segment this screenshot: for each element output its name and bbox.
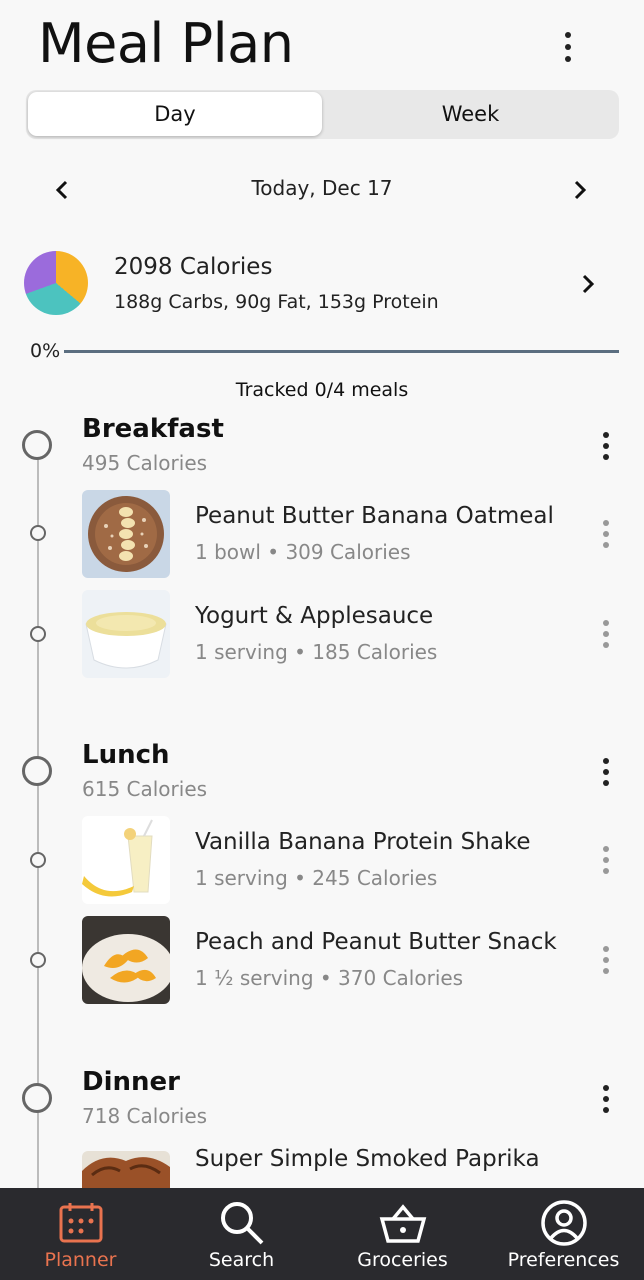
food-name[interactable]: Peach and Peanut Butter Snack: [195, 929, 557, 955]
food-detail: 1 bowl • 309 Calories: [195, 540, 411, 564]
food-name[interactable]: Peanut Butter Banana Oatmeal: [195, 503, 554, 529]
meal-calories: 615 Calories: [82, 777, 208, 801]
food-status-circle[interactable]: [30, 852, 46, 868]
tracked-meals-label: Tracked 0/4 meals: [235, 379, 409, 401]
progress-percent: 0%: [30, 340, 61, 362]
chevron-left-icon[interactable]: [48, 176, 76, 204]
food-name[interactable]: Yogurt & Applesauce: [195, 603, 433, 629]
food-options-icon[interactable]: [601, 946, 611, 974]
nav-search[interactable]: Search: [161, 1188, 322, 1280]
food-name[interactable]: Vanilla Banana Protein Shake: [195, 829, 531, 855]
nav-label: Preferences: [507, 1249, 620, 1271]
total-calories[interactable]: 2098 Calories: [114, 254, 272, 280]
meal-calories: 495 Calories: [82, 451, 208, 475]
nav-label: Search: [208, 1249, 275, 1271]
meal-calories: 718 Calories: [82, 1104, 208, 1128]
meal-title: Dinner: [82, 1067, 180, 1097]
nav-planner[interactable]: Planner: [0, 1188, 161, 1280]
meal-options-icon[interactable]: [601, 432, 611, 460]
bottom-navigation: Planner Search Groceries Preferences: [0, 1188, 644, 1280]
food-thumbnail[interactable]: [82, 816, 170, 904]
meal-options-icon[interactable]: [601, 1085, 611, 1113]
food-status-circle[interactable]: [30, 626, 46, 642]
day-week-toggle: Day Week: [26, 90, 619, 139]
nav-label: Planner: [44, 1249, 117, 1271]
user-circle-icon: [539, 1198, 589, 1248]
more-options-icon[interactable]: [552, 30, 584, 64]
food-detail: 1 serving • 185 Calories: [195, 640, 438, 664]
food-thumbnail[interactable]: [82, 1151, 170, 1188]
timeline-line: [37, 446, 39, 1188]
food-status-circle[interactable]: [30, 525, 46, 541]
chevron-right-icon[interactable]: [566, 176, 594, 204]
food-name[interactable]: Super Simple Smoked Paprika: [195, 1146, 540, 1172]
food-thumbnail[interactable]: [82, 916, 170, 1004]
food-thumbnail[interactable]: [82, 590, 170, 678]
chevron-right-icon[interactable]: [574, 270, 602, 298]
calendar-icon: [56, 1198, 106, 1248]
food-options-icon[interactable]: [601, 620, 611, 648]
meal-title: Breakfast: [82, 414, 224, 444]
meal-status-circle[interactable]: [22, 1083, 52, 1113]
food-options-icon[interactable]: [601, 520, 611, 548]
meal-options-icon[interactable]: [601, 758, 611, 786]
page-title: Meal Plan: [38, 12, 294, 75]
nav-groceries[interactable]: Groceries: [322, 1188, 483, 1280]
tab-day[interactable]: Day: [28, 92, 322, 136]
meal-title: Lunch: [82, 740, 170, 770]
meal-status-circle[interactable]: [22, 756, 52, 786]
food-status-circle[interactable]: [30, 952, 46, 968]
macro-pie-chart[interactable]: [24, 251, 88, 315]
food-detail: 1 serving • 245 Calories: [195, 866, 438, 890]
food-thumbnail[interactable]: [82, 490, 170, 578]
tab-week[interactable]: Week: [324, 92, 617, 136]
search-icon: [217, 1198, 267, 1248]
nav-label: Groceries: [357, 1249, 448, 1271]
food-detail: 1 ½ serving • 370 Calories: [195, 966, 464, 990]
food-options-icon[interactable]: [601, 846, 611, 874]
progress-bar: [64, 350, 619, 353]
basket-icon: [378, 1198, 428, 1248]
meal-status-circle[interactable]: [22, 430, 52, 460]
date-label: Today, Dec 17: [251, 176, 393, 200]
macro-breakdown[interactable]: 188g Carbs, 90g Fat, 153g Protein: [114, 291, 439, 313]
nav-preferences[interactable]: Preferences: [483, 1188, 644, 1280]
